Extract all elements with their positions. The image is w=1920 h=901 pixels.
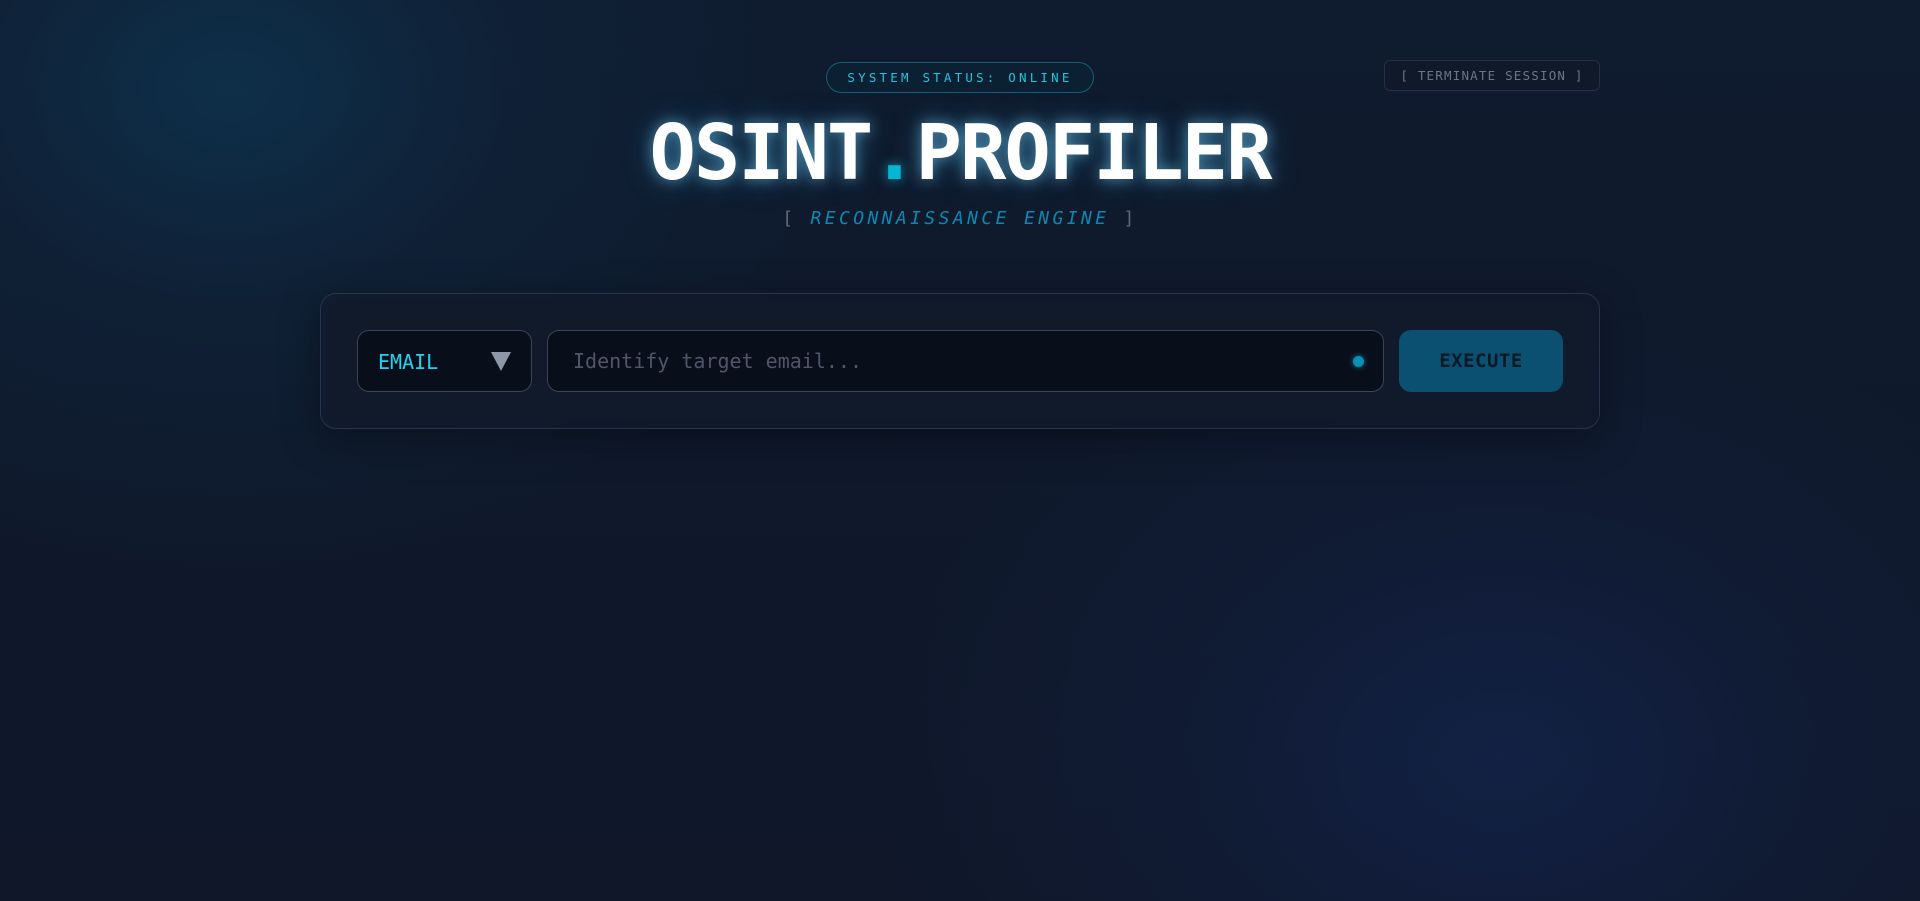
target-type-value: EMAIL [378, 350, 439, 374]
page-title: OSINT.PROFILER [0, 104, 1920, 204]
title-dot: . [871, 109, 917, 198]
terminate-session-button[interactable]: [ TERMINATE SESSION ] [1384, 60, 1600, 91]
target-input-wrapper [547, 330, 1384, 392]
status-dot-icon [1353, 356, 1364, 367]
title-osint: OSINT [649, 109, 873, 198]
subtitle-open-bracket: [ [782, 208, 797, 229]
title-profiler: PROFILER [915, 109, 1273, 198]
chevron-down-icon [491, 352, 511, 371]
system-status-badge: SYSTEM STATUS: ONLINE [826, 62, 1094, 93]
subtitle-text: RECONNAISSANCE ENGINE [810, 208, 1110, 229]
subtitle-close-bracket: ] [1123, 208, 1138, 229]
page-subtitle: [ RECONNAISSANCE ENGINE] [0, 208, 1920, 229]
target-search-input[interactable] [548, 331, 1328, 391]
execute-button[interactable]: EXECUTE [1399, 330, 1563, 392]
target-type-select[interactable]: EMAIL [357, 330, 532, 392]
